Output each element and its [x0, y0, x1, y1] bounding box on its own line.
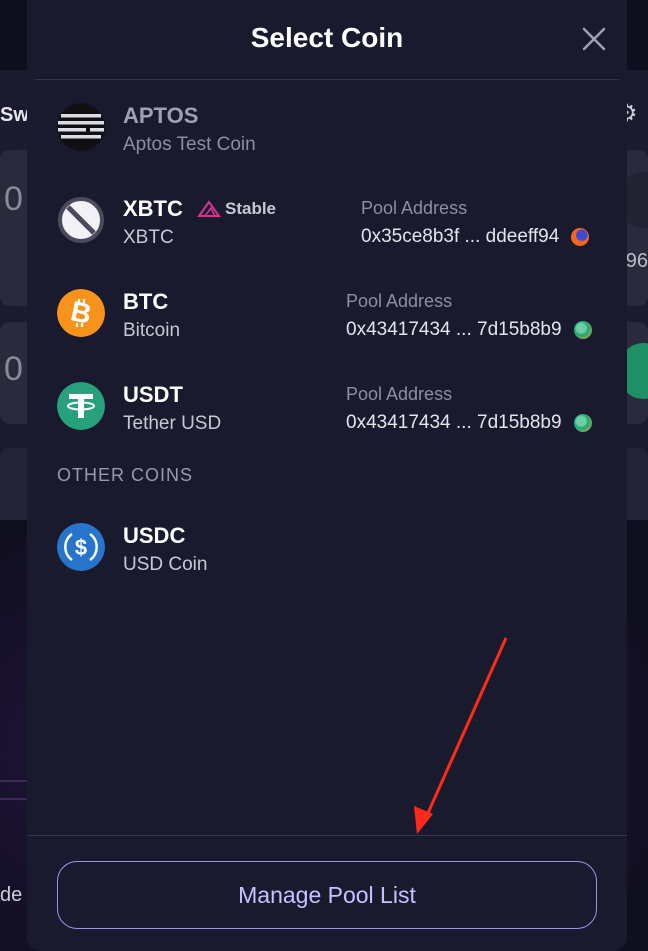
manage-pool-list-button[interactable]: Manage Pool List — [57, 861, 597, 929]
coin-symbol: APTOS — [123, 103, 199, 128]
modal-title: Select Coin — [250, 22, 404, 53]
coin-symbol: BTC — [123, 289, 169, 314]
coin-row-aptos[interactable]: APTOS Aptos Test Coin — [57, 103, 602, 173]
pool-address-value: 0x43417434 ... 7d15b8b9 — [346, 319, 562, 340]
pool-icon — [571, 228, 590, 246]
close-button[interactable] — [577, 22, 611, 56]
pool-address[interactable]: 0x43417434 ... 7d15b8b9 — [346, 319, 592, 341]
modal-header: Select Coin — [35, 0, 619, 80]
usdc-icon: $ — [57, 523, 105, 571]
pool-address-label: Pool Address — [346, 384, 453, 404]
stable-triangle-icon — [197, 200, 221, 217]
decorative-line — [0, 780, 30, 800]
coin-row-btc[interactable]: B BTC Bitcoin Pool Address 0x43417434 ..… — [57, 289, 602, 359]
stable-badge: Stable — [197, 199, 276, 219]
coin-row-xbtc[interactable]: XBTC Stable XBTC Pool Address 0x35ce8b3f… — [57, 196, 602, 266]
to-amount[interactable]: 0 — [4, 350, 23, 389]
close-icon — [582, 27, 606, 51]
balance-value: 96 — [625, 250, 648, 272]
svg-text:$: $ — [75, 535, 87, 560]
bitcoin-icon: B — [57, 289, 105, 337]
swap-label: Sw — [0, 104, 29, 126]
tether-icon — [57, 382, 105, 430]
blocked-icon — [58, 197, 104, 243]
coin-row-usdt[interactable]: USDT Tether USD Pool Address 0x43417434 … — [57, 382, 602, 452]
coin-symbol: XBTC — [123, 196, 183, 221]
coin-symbol: USDC — [123, 523, 186, 548]
pool-icon — [573, 321, 592, 339]
select-coin-modal: Select Coin APTOS Aptos Test Coin XBTC S… — [27, 0, 627, 951]
coin-name: XBTC — [123, 227, 174, 248]
coin-name: Aptos Test Coin — [123, 134, 256, 155]
coin-name: USD Coin — [123, 554, 208, 575]
coin-name: Bitcoin — [123, 320, 181, 341]
pool-address[interactable]: 0x35ce8b3f ... ddeeff94 — [361, 226, 590, 248]
other-coins-heading: OTHER COINS — [57, 465, 194, 485]
pool-address-value: 0x43417434 ... 7d15b8b9 — [346, 412, 562, 433]
coin-symbol: USDT — [123, 382, 183, 407]
coin-name: Tether USD — [123, 413, 222, 434]
pool-icon — [573, 414, 592, 432]
pool-address[interactable]: 0x43417434 ... 7d15b8b9 — [346, 412, 592, 434]
footer-divider — [27, 835, 627, 836]
pool-address-value: 0x35ce8b3f ... ddeeff94 — [361, 226, 560, 247]
aptos-icon — [57, 103, 105, 151]
stable-label: Stable — [225, 199, 277, 218]
from-amount[interactable]: 0 — [4, 180, 23, 219]
pool-address-label: Pool Address — [346, 291, 453, 311]
coin-row-usdc[interactable]: $ USDC USD Coin — [57, 523, 602, 593]
pool-address-label: Pool Address — [361, 198, 468, 218]
